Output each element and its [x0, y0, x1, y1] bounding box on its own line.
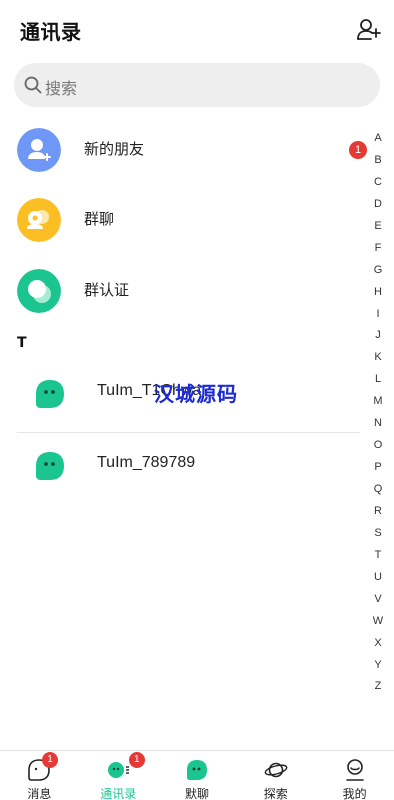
index-letter[interactable]: Q: [368, 479, 388, 501]
tab-mochat[interactable]: 默聊: [158, 751, 237, 800]
header: 通讯录: [0, 0, 394, 60]
new-friend-icon: [17, 128, 61, 172]
index-letter[interactable]: X: [368, 633, 388, 655]
menu-label: 新的朋友: [84, 140, 145, 158]
index-letter[interactable]: O: [368, 435, 388, 457]
search-bar[interactable]: 搜索: [14, 63, 380, 107]
planet-icon: [264, 762, 288, 778]
index-letter[interactable]: R: [368, 501, 388, 523]
tab-bar: 1 消息 1 通讯录 默聊 探索 我的: [0, 750, 394, 800]
watermark-text: 汉城源码: [154, 382, 238, 406]
chat-bot-icon: [186, 760, 207, 780]
contact-name: TuIm_789789: [97, 454, 196, 471]
index-letter[interactable]: I: [368, 304, 388, 326]
tab-messages[interactable]: 1 消息: [0, 751, 79, 800]
index-letter[interactable]: G: [368, 260, 388, 282]
add-friend-icon[interactable]: [356, 17, 382, 43]
index-letter[interactable]: L: [368, 369, 388, 391]
tab-label: 探索: [263, 787, 288, 800]
index-letter[interactable]: D: [368, 194, 388, 216]
menu-label: 群聊: [84, 210, 115, 228]
search-icon: [24, 76, 42, 94]
tab-label: 通讯录: [100, 787, 137, 800]
contact-row[interactable]: TuIm_789789: [17, 434, 360, 504]
contacts-icon: [108, 762, 130, 778]
tab-label: 消息: [27, 787, 52, 800]
section-letter: T: [17, 335, 27, 351]
menu-item-new-friends[interactable]: 新的朋友 1: [0, 122, 367, 182]
index-letter[interactable]: W: [368, 611, 388, 633]
menu-item-group-verify[interactable]: 群认证: [0, 263, 360, 323]
menu-item-group-chat[interactable]: 群聊: [0, 192, 360, 252]
alphabet-index[interactable]: ABCDEFGHIJKLMNOPQRSTUVWXYZ: [368, 128, 388, 698]
group-chat-icon: [17, 198, 61, 242]
index-letter[interactable]: C: [368, 172, 388, 194]
contact-avatar-icon: [36, 380, 64, 408]
index-letter[interactable]: B: [368, 150, 388, 172]
index-letter[interactable]: F: [368, 238, 388, 260]
divider: [17, 432, 360, 433]
index-letter[interactable]: P: [368, 457, 388, 479]
tab-label: 我的: [342, 787, 367, 800]
messages-badge: 1: [42, 752, 58, 768]
index-letter[interactable]: T: [368, 545, 388, 567]
index-letter[interactable]: H: [368, 282, 388, 304]
index-letter[interactable]: M: [368, 391, 388, 413]
index-letter[interactable]: E: [368, 216, 388, 238]
contact-avatar-icon: [36, 452, 64, 480]
index-letter[interactable]: Z: [368, 676, 388, 698]
menu-label: 群认证: [84, 281, 130, 299]
contacts-badge: 1: [128, 752, 145, 768]
search-placeholder: 搜索: [45, 79, 78, 98]
index-letter[interactable]: K: [368, 347, 388, 369]
index-letter[interactable]: U: [368, 567, 388, 589]
index-letter[interactable]: A: [368, 128, 388, 150]
page-title: 通讯录: [20, 20, 82, 44]
index-letter[interactable]: N: [368, 413, 388, 435]
tab-contacts[interactable]: 1 通讯录: [79, 751, 158, 800]
new-friends-badge: 1: [349, 141, 367, 159]
index-letter[interactable]: Y: [368, 655, 388, 677]
profile-icon: [345, 759, 364, 781]
index-letter[interactable]: S: [368, 523, 388, 545]
tab-label: 默聊: [184, 787, 209, 800]
index-letter[interactable]: V: [368, 589, 388, 611]
tab-explore[interactable]: 探索: [236, 751, 315, 800]
tab-profile[interactable]: 我的: [315, 751, 394, 800]
group-verify-icon: [17, 269, 61, 313]
index-letter[interactable]: J: [368, 325, 388, 347]
